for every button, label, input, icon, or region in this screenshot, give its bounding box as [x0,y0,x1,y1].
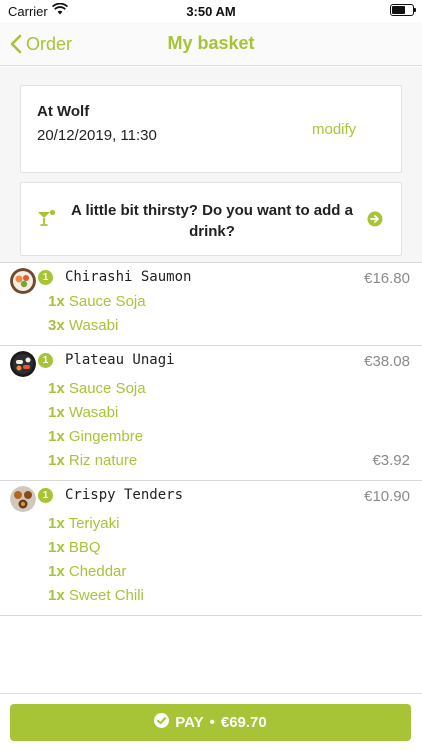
option-quantity: 1x [48,404,65,421]
item-option: 1x Sweet Chili [48,587,144,611]
clock: 3:50 AM [186,4,236,19]
item-option: 3x Wasabi [48,317,118,341]
item-option: 1x Cheddar [48,563,126,587]
option-quantity: 1x [48,587,65,604]
quantity-badge: 1 [38,488,53,503]
item-price: €38.08 [364,353,410,370]
pay-total: €69.70 [220,714,267,731]
item-photo [10,351,36,377]
item-name: Plateau Unagi [65,352,175,368]
option-quantity: 1x [48,380,65,397]
checkout-bar: PAY • €69.70 [0,693,422,750]
quantity-badge: 1 [38,353,53,368]
option-name: Gingembre [68,428,144,445]
pay-separator: • [209,714,215,731]
item-price: €16.80 [364,270,410,287]
pickup-datetime: 20/12/2019, 11:30 [37,127,157,144]
item-name: Chirashi Saumon [65,269,192,285]
item-photo [10,268,36,294]
cocktail-icon [37,209,57,232]
pay-button[interactable]: PAY • €69.70 [10,704,411,741]
option-name: Cheddar [68,563,127,580]
item-option: 1x Sauce Soja [48,293,146,317]
option-name: Riz nature [68,452,138,469]
option-name: Wasabi [68,317,119,334]
option-quantity: 1x [48,563,65,580]
restaurant-card: At Wolf 20/12/2019, 11:30 modify [20,85,402,173]
page-title: My basket [167,33,255,53]
item-option: 1x BBQ [48,539,101,563]
option-name: Sauce Soja [68,293,146,310]
arrow-right-circle-icon[interactable] [367,211,383,232]
navigation-bar: Order My basket [0,22,422,66]
option-name: Teriyaki [68,515,120,532]
modify-link[interactable]: modify [312,121,356,138]
quantity-badge: 1 [38,270,53,285]
item-option: 1x Wasabi [48,404,118,428]
option-quantity: 1x [48,515,65,532]
option-name: BBQ [68,539,101,556]
item-price: €10.90 [364,488,410,505]
check-circle-icon [154,713,170,732]
item-name: Crispy Tenders [65,487,184,503]
item-option: 1x Sauce Soja [48,380,146,404]
item-option: 1x Riz nature [48,452,137,476]
item-photo [10,486,36,512]
battery-icon [390,4,416,16]
add-drink-prompt: A little bit thirsty? Do you want to add… [71,202,353,240]
basket-item[interactable]: 1 Chirashi Saumon €16.80 1x Sauce Soja 3… [0,262,422,345]
option-quantity: 1x [48,293,65,310]
pay-label: PAY [175,714,204,731]
restaurant-name: At Wolf [37,103,90,120]
option-quantity: 3x [48,317,65,334]
basket-item[interactable]: 1 Crispy Tenders €10.90 1x Teriyaki 1x B… [0,480,422,616]
option-name: Sauce Soja [68,380,146,397]
option-quantity: 1x [48,539,65,556]
item-option: 1x Gingembre [48,428,143,452]
option-quantity: 1x [48,452,65,469]
status-bar: Carrier 3:50 AM [0,0,422,22]
basket-content[interactable]: At Wolf 20/12/2019, 11:30 modify A littl… [0,67,422,693]
option-quantity: 1x [48,428,65,445]
option-name: Sweet Chili [68,587,144,604]
option-price: €3.92 [372,452,410,469]
basket-item[interactable]: 1 Plateau Unagi €38.08 1x Sauce Soja 1x … [0,345,422,480]
add-drink-card[interactable]: A little bit thirsty? Do you want to add… [20,182,402,256]
item-option: 1x Teriyaki [48,515,119,539]
option-name: Wasabi [68,404,119,421]
